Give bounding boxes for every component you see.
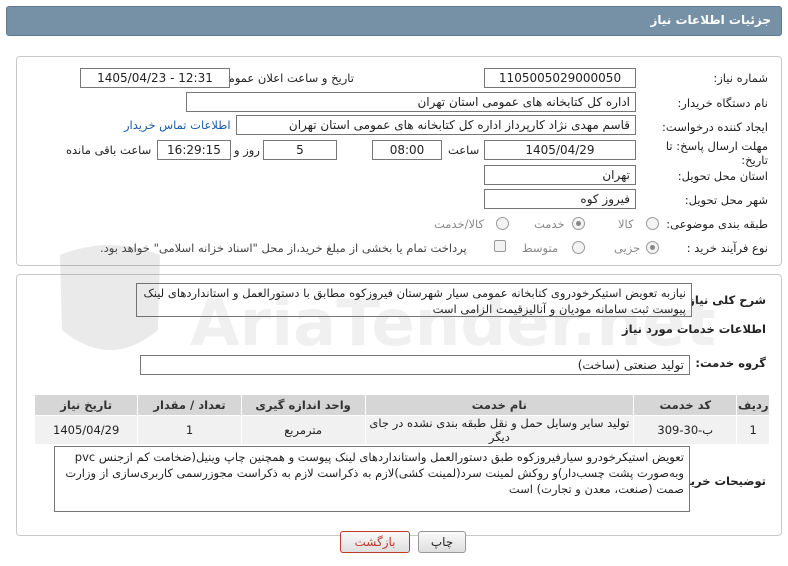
summary-label: شرح کلی نیاز: [683,293,766,307]
col-header-unit: واحد اندازه گیری [240,394,366,416]
deadline-label: مهلت ارسال پاسخ: تا تاریخ: [665,139,768,167]
requester-field: قاسم مهدی نژاد کارپرداز اداره کل کتابخان… [236,115,636,135]
days-label: روز و [234,143,260,157]
col-header-code: کد خدمت [633,394,738,416]
summary-field: نیازبه تعویض استیکرخودروی کتابخانه عمومی… [136,283,692,317]
table-row: 1 ب-30-309 تولید سایر وسایل حمل و نقل طب… [33,415,770,445]
deadline-time-field: 08:00 [372,140,442,160]
province-field: تهران [484,165,636,185]
print-button[interactable]: چاپ [418,531,466,553]
col-header-name: نام خدمت [364,394,635,416]
category-radio-goods-service[interactable] [496,217,509,230]
services-section-title: اطلاعات خدمات مورد نیاز [622,322,766,336]
col-header-need-date: تاریخ نیاز [33,394,139,416]
cell-unit: مترمربع [240,415,366,445]
need-number-label: شماره نیاز: [713,71,768,85]
process-type-label: نوع فرآیند خرید : [686,241,768,255]
category-option-service: خدمت [534,217,565,231]
city-field: فیروز کوه [484,189,636,209]
process-radio-medium[interactable] [572,241,585,254]
cell-service-code: ب-30-309 [633,415,738,445]
announce-datetime-field: 1405/04/23 - 12:31 [80,68,230,88]
announce-datetime-label: تاریخ و ساعت اعلان عمومی: [215,71,354,85]
col-header-row: ردیف [736,394,770,416]
page-header: جزئیات اطلاعات نیاز [6,6,782,36]
category-radio-service[interactable] [572,217,585,230]
need-number-field: 1105005029000050 [484,68,636,88]
province-label: استان محل تحویل: [677,169,768,183]
category-option-goods: کالا [618,217,634,231]
table-header-row: ردیف کد خدمت نام خدمت واحد اندازه گیری ت… [33,394,770,416]
buyer-notes-field: تعویض استیکرخودرو سیارفیروزکوه طبق دستور… [54,446,690,512]
cell-need-date: 1405/04/29 [33,415,139,445]
col-header-quantity: تعداد / مقدار [137,394,242,416]
requester-label: ایجاد کننده درخواست: [662,120,768,134]
remaining-time-field: 16:29:15 [157,140,231,160]
days-field: 5 [263,140,337,160]
process-option-medium: متوسط [522,241,559,255]
deadline-time-label: ساعت [448,143,480,157]
cell-row-number: 1 [736,415,770,445]
buyer-org-label: نام دستگاه خریدار: [677,96,768,110]
treasury-payment-note: پرداخت تمام یا بخشی از مبلغ خرید،از محل … [100,241,467,255]
cell-quantity: 1 [137,415,242,445]
service-group-label: گروه خدمت: [695,356,766,370]
treasury-payment-checkbox[interactable] [494,240,506,252]
category-radio-goods[interactable] [646,217,659,230]
process-option-minor: جزیی [614,241,641,255]
buyer-contact-link[interactable]: اطلاعات تماس خریدار [124,118,231,132]
category-label: طبقه بندی موضوعی: [666,217,768,231]
cell-service-name: تولید سایر وسایل حمل و نقل طبقه بندی نشد… [364,415,635,445]
buyer-org-field: اداره کل کتابخانه های عمومی استان تهران [186,92,636,112]
service-group-field: تولید صنعتی (ساخت) [140,355,690,375]
remaining-label: ساعت باقی مانده [66,143,152,157]
back-button[interactable]: بازگشت [340,531,410,553]
process-radio-minor[interactable] [646,241,659,254]
services-table: ردیف کد خدمت نام خدمت واحد اندازه گیری ت… [33,394,770,445]
category-option-goods-service: کالا/خدمت [434,217,485,231]
deadline-date-field: 1405/04/29 [484,140,636,160]
city-label: شهر محل تحویل: [684,193,768,207]
page-title: جزئیات اطلاعات نیاز [650,13,771,27]
